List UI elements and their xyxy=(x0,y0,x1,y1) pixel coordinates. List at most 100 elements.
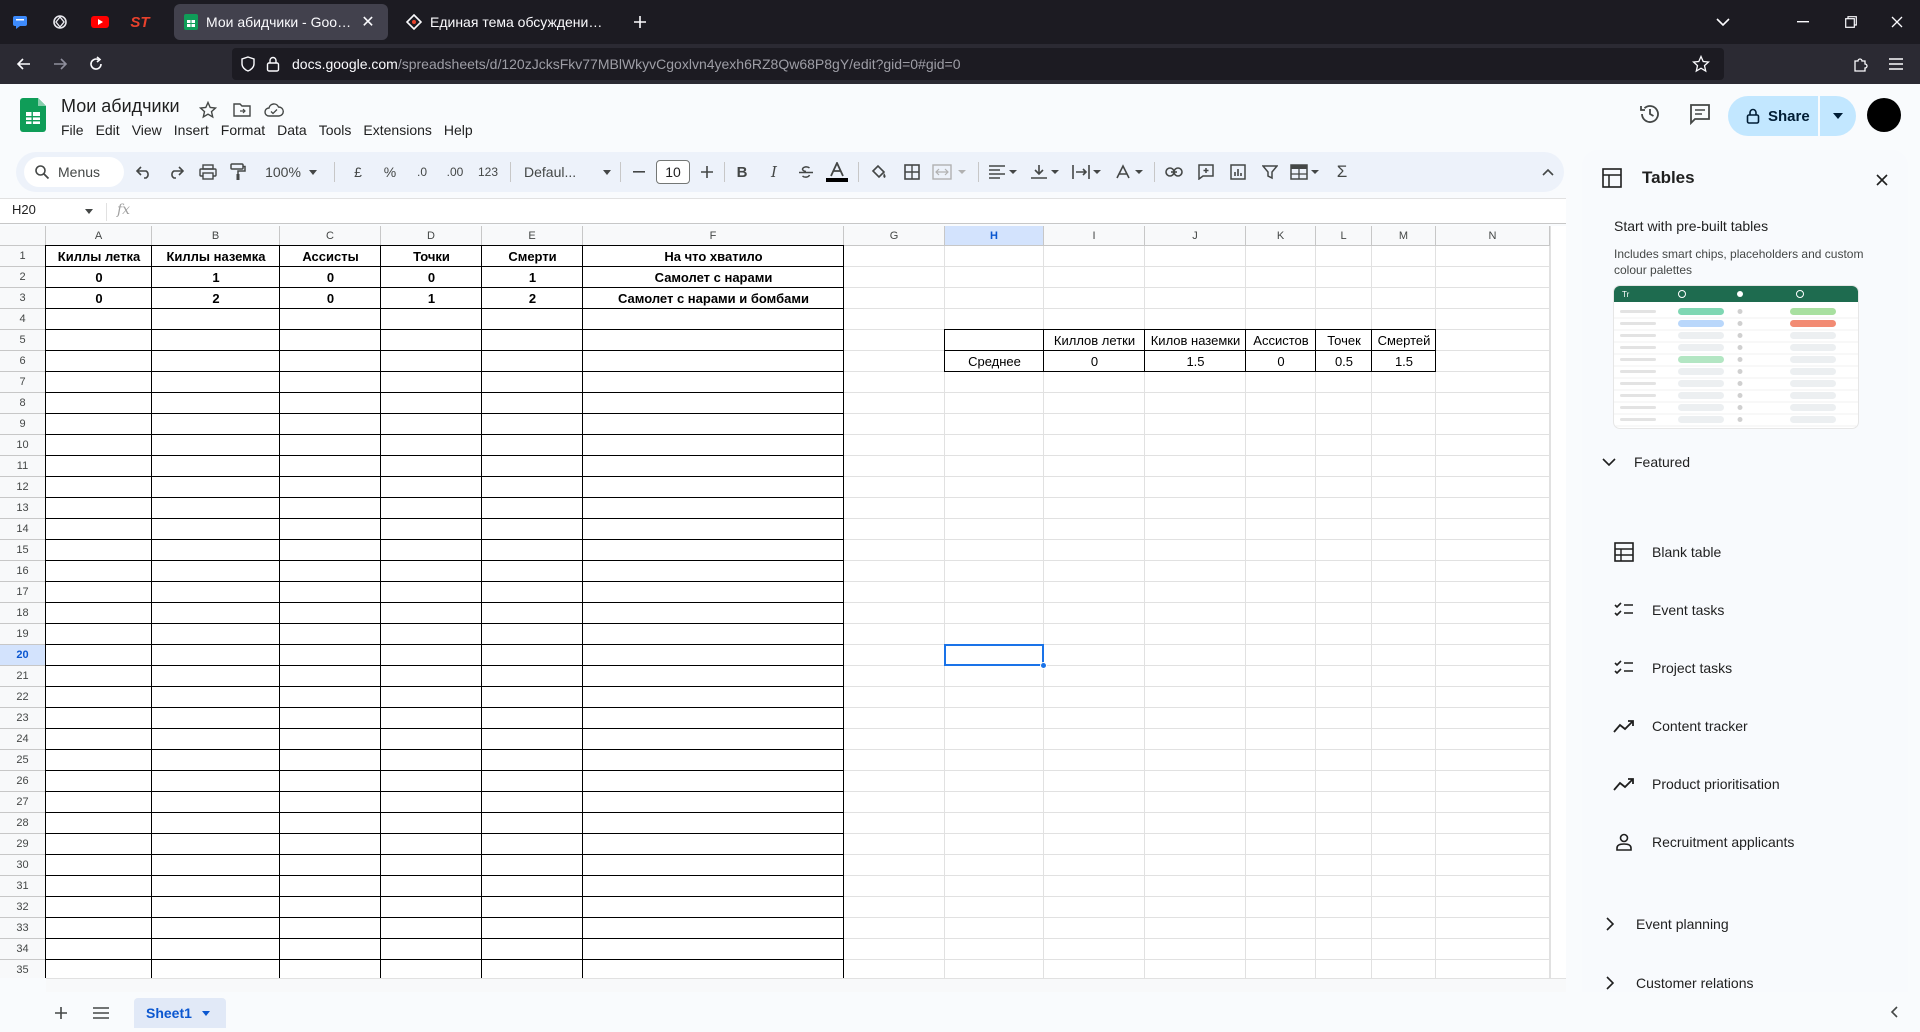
row-header[interactable]: 5 xyxy=(0,330,46,351)
cell[interactable]: 0 xyxy=(46,288,152,309)
menu-extensions[interactable]: Extensions xyxy=(357,120,437,140)
restore-button[interactable] xyxy=(1828,0,1874,44)
template-blank-table[interactable]: Blank table xyxy=(1612,532,1882,572)
cell[interactable]: 0 xyxy=(1246,351,1316,372)
cell[interactable]: Киллы наземка xyxy=(152,246,280,267)
cell[interactable]: На что хватило xyxy=(583,246,844,267)
decrease-font-size-button[interactable] xyxy=(628,160,650,184)
zoom-caret-icon[interactable] xyxy=(306,160,320,184)
row-header[interactable]: 16 xyxy=(0,561,46,582)
template-event-tasks[interactable]: Event tasks xyxy=(1612,590,1882,630)
insert-link-icon[interactable] xyxy=(1162,160,1186,184)
row-header[interactable]: 15 xyxy=(0,540,46,561)
cell[interactable]: Среднее xyxy=(945,351,1044,372)
cell[interactable]: Самолет с нарами xyxy=(583,267,844,288)
cell[interactable]: 2 xyxy=(482,288,583,309)
cell[interactable]: 0.5 xyxy=(1316,351,1372,372)
menus-search[interactable]: Menus xyxy=(24,157,124,187)
cell[interactable]: Смертей xyxy=(1372,330,1436,351)
cell[interactable]: Точек xyxy=(1316,330,1372,351)
increase-decimal-button[interactable]: .00 xyxy=(440,160,470,184)
pinned-site-tab[interactable] xyxy=(46,8,74,36)
paint-format-icon[interactable] xyxy=(226,160,250,184)
sheets-logo-icon[interactable] xyxy=(20,98,46,132)
share-button[interactable]: Share xyxy=(1728,96,1818,136)
column-header-e[interactable]: E xyxy=(482,226,583,246)
avatar[interactable] xyxy=(1867,98,1901,132)
redo-icon[interactable] xyxy=(164,160,188,184)
row-header[interactable]: 1 xyxy=(0,246,46,267)
row-header[interactable]: 28 xyxy=(0,813,46,834)
document-title[interactable]: Мои абидчики xyxy=(61,96,180,117)
row-header[interactable]: 13 xyxy=(0,498,46,519)
strikethrough-icon[interactable] xyxy=(794,160,818,184)
cell[interactable]: Килов наземки xyxy=(1145,330,1246,351)
template-project-tasks[interactable]: Project tasks xyxy=(1612,648,1882,688)
row-header[interactable]: 27 xyxy=(0,792,46,813)
format-currency-button[interactable]: £ xyxy=(346,160,370,184)
minimize-button[interactable] xyxy=(1780,0,1826,44)
row-header[interactable]: 20 xyxy=(0,645,46,666)
cell[interactable]: Ассистов xyxy=(1246,330,1316,351)
formula-input[interactable] xyxy=(140,201,1540,221)
cell[interactable]: 0 xyxy=(280,288,381,309)
insert-comment-icon[interactable] xyxy=(1194,160,1218,184)
name-box[interactable]: H20 xyxy=(12,202,36,217)
undo-icon[interactable] xyxy=(132,160,156,184)
cell[interactable]: 1 xyxy=(152,267,280,288)
row-header[interactable]: 22 xyxy=(0,687,46,708)
version-history-icon[interactable] xyxy=(1638,102,1662,126)
cell[interactable]: 1.5 xyxy=(1372,351,1436,372)
font-caret-icon[interactable] xyxy=(600,160,614,184)
extensions-button[interactable] xyxy=(1844,48,1876,80)
cell[interactable]: 1 xyxy=(381,288,482,309)
column-header-i[interactable]: I xyxy=(1044,226,1145,246)
menu-format[interactable]: Format xyxy=(215,120,271,140)
row-header[interactable]: 31 xyxy=(0,876,46,897)
row-header[interactable]: 35 xyxy=(0,960,46,978)
row-header[interactable]: 9 xyxy=(0,414,46,435)
column-header-m[interactable]: M xyxy=(1372,226,1436,246)
add-sheet-button[interactable] xyxy=(52,1004,70,1022)
url-bar[interactable]: docs.google.com/spreadsheets/d/120zJcksF… xyxy=(232,48,1724,80)
menu-tools[interactable]: Tools xyxy=(313,120,358,140)
row-header[interactable]: 25 xyxy=(0,750,46,771)
row-header[interactable]: 2 xyxy=(0,267,46,288)
pinned-st-tab[interactable]: ST xyxy=(126,8,154,36)
row-header[interactable]: 29 xyxy=(0,834,46,855)
pinned-youtube-tab[interactable] xyxy=(86,8,114,36)
star-icon[interactable] xyxy=(196,98,220,122)
back-button[interactable] xyxy=(8,48,40,80)
move-folder-icon[interactable] xyxy=(230,98,254,122)
insert-chart-icon[interactable] xyxy=(1226,160,1250,184)
select-all-corner[interactable] xyxy=(0,226,46,246)
column-header-l[interactable]: L xyxy=(1316,226,1372,246)
cell[interactable]: 0 xyxy=(1044,351,1145,372)
row-header[interactable]: 33 xyxy=(0,918,46,939)
table-preview-image[interactable]: Tr xyxy=(1614,286,1858,428)
italic-button[interactable]: I xyxy=(762,160,786,184)
row-header[interactable]: 4 xyxy=(0,309,46,330)
more-formats-button[interactable]: 123 xyxy=(474,160,502,184)
bold-button[interactable]: B xyxy=(730,160,754,184)
row-header[interactable]: 19 xyxy=(0,624,46,645)
row-header[interactable]: 14 xyxy=(0,519,46,540)
format-percent-button[interactable]: % xyxy=(378,160,402,184)
horizontal-scrollbar[interactable] xyxy=(46,978,1566,992)
collapse-toolbar-icon[interactable] xyxy=(1536,160,1560,184)
row-header[interactable]: 17 xyxy=(0,582,46,603)
functions-button[interactable]: Σ xyxy=(1330,160,1354,184)
vertical-align-icon[interactable] xyxy=(1028,160,1062,184)
text-rotation-icon[interactable] xyxy=(1112,160,1146,184)
template-product-prioritisation[interactable]: Product prioritisation xyxy=(1612,764,1882,804)
row-header[interactable]: 3 xyxy=(0,288,46,309)
column-header-d[interactable]: D xyxy=(381,226,482,246)
font-select[interactable]: Defaul... xyxy=(520,160,604,184)
selected-cell[interactable] xyxy=(944,644,1044,666)
column-header-b[interactable]: B xyxy=(152,226,280,246)
menu-file[interactable]: File xyxy=(55,120,90,140)
column-header-j[interactable]: J xyxy=(1145,226,1246,246)
tab-list-button[interactable] xyxy=(1700,0,1746,44)
menu-insert[interactable]: Insert xyxy=(168,120,215,140)
vertical-scrollbar[interactable] xyxy=(1550,226,1566,978)
